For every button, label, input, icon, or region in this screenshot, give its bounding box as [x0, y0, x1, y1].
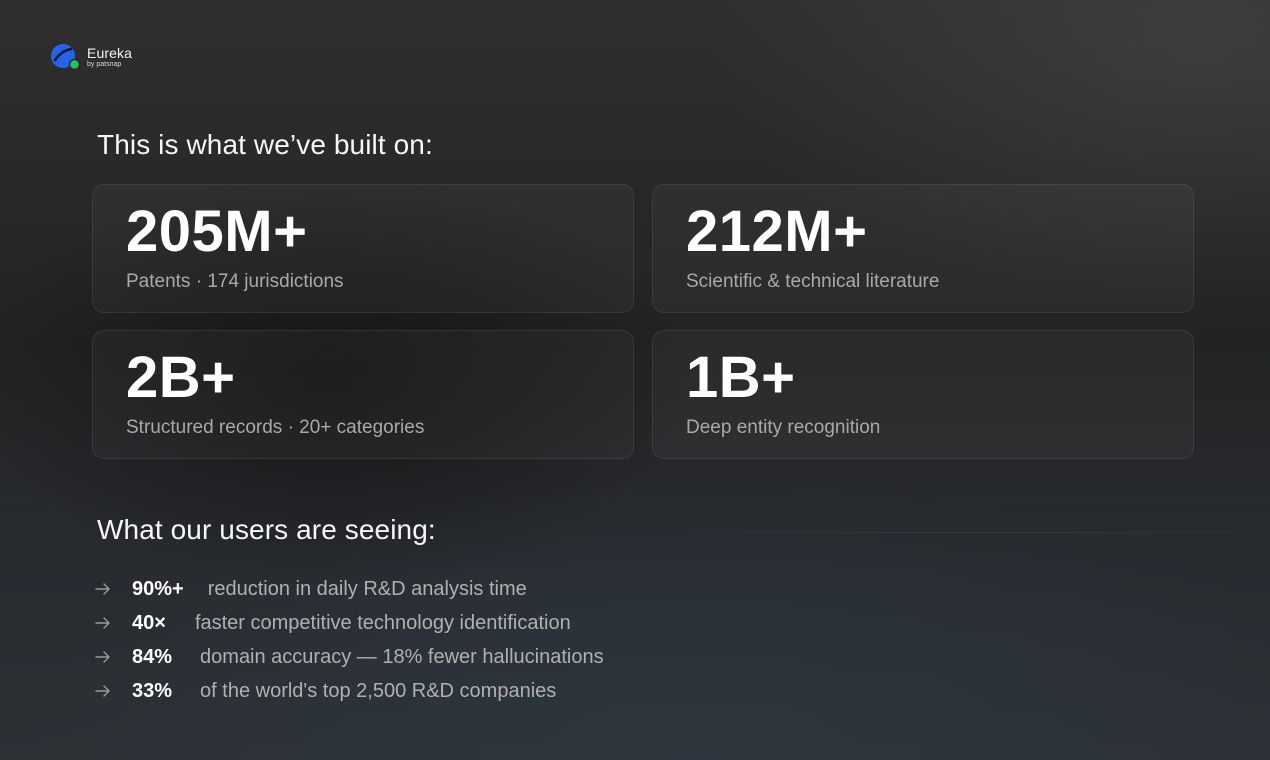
- stat-card-literature: 212M+ Scientific & technical literature: [652, 184, 1194, 313]
- arrow-right-icon: [95, 616, 111, 630]
- slide: Eureka by patsnap This is what we’ve bui…: [0, 0, 1270, 760]
- benefit-stat: 90%+: [132, 577, 184, 600]
- stat-value: 1B+: [686, 345, 796, 410]
- arrow-right-icon: [95, 684, 111, 698]
- stat-value: 212M+: [686, 199, 868, 264]
- brand-name: Eureka: [87, 45, 132, 61]
- brand-text: Eureka by patsnap: [87, 46, 132, 68]
- stat-card-records: 2B+ Structured records · 20+ categories: [92, 330, 634, 459]
- brand-logo: Eureka by patsnap: [49, 43, 132, 71]
- stat-value: 205M+: [126, 199, 308, 264]
- stat-label: Deep entity recognition: [686, 417, 881, 438]
- list-item: 90%+ reduction in daily R&D analysis tim…: [95, 572, 604, 606]
- stat-value: 2B+: [126, 345, 236, 410]
- list-item: 40× faster competitive technology identi…: [95, 606, 604, 640]
- stat-card-patents: 205M+ Patents · 174 jurisdictions: [92, 184, 634, 313]
- benefit-stat: 33%: [132, 679, 173, 702]
- brand-subtitle: by patsnap: [87, 61, 122, 68]
- benefit-text: domain accuracy — 18% fewer hallucinatio…: [200, 645, 604, 668]
- list-item: 33% of the world's top 2,500 R&D compani…: [95, 674, 604, 708]
- stat-label: Patents · 174 jurisdictions: [126, 271, 344, 292]
- arrow-right-icon: [95, 582, 111, 596]
- benefit-stat: 84%: [132, 645, 173, 668]
- benefit-text: reduction in daily R&D analysis time: [207, 577, 527, 600]
- stat-label: Scientific & technical literature: [686, 271, 940, 292]
- benefit-text: faster competitive technology identifica…: [194, 611, 571, 634]
- eureka-logo-icon: [49, 43, 81, 71]
- built-on-title: This is what we’ve built on:: [97, 129, 433, 160]
- benefit-stat: 40×: [132, 611, 166, 634]
- arrow-right-icon: [95, 650, 111, 664]
- benefit-text: of the world's top 2,500 R&D companies: [200, 679, 557, 702]
- benefits-list: 90%+ reduction in daily R&D analysis tim…: [95, 572, 604, 708]
- stat-label: Structured records · 20+ categories: [126, 417, 425, 438]
- list-item: 84% domain accuracy — 18% fewer hallucin…: [95, 640, 604, 674]
- stat-card-entities: 1B+ Deep entity recognition: [652, 330, 1194, 459]
- users-seeing-title: What our users are seeing:: [97, 514, 436, 545]
